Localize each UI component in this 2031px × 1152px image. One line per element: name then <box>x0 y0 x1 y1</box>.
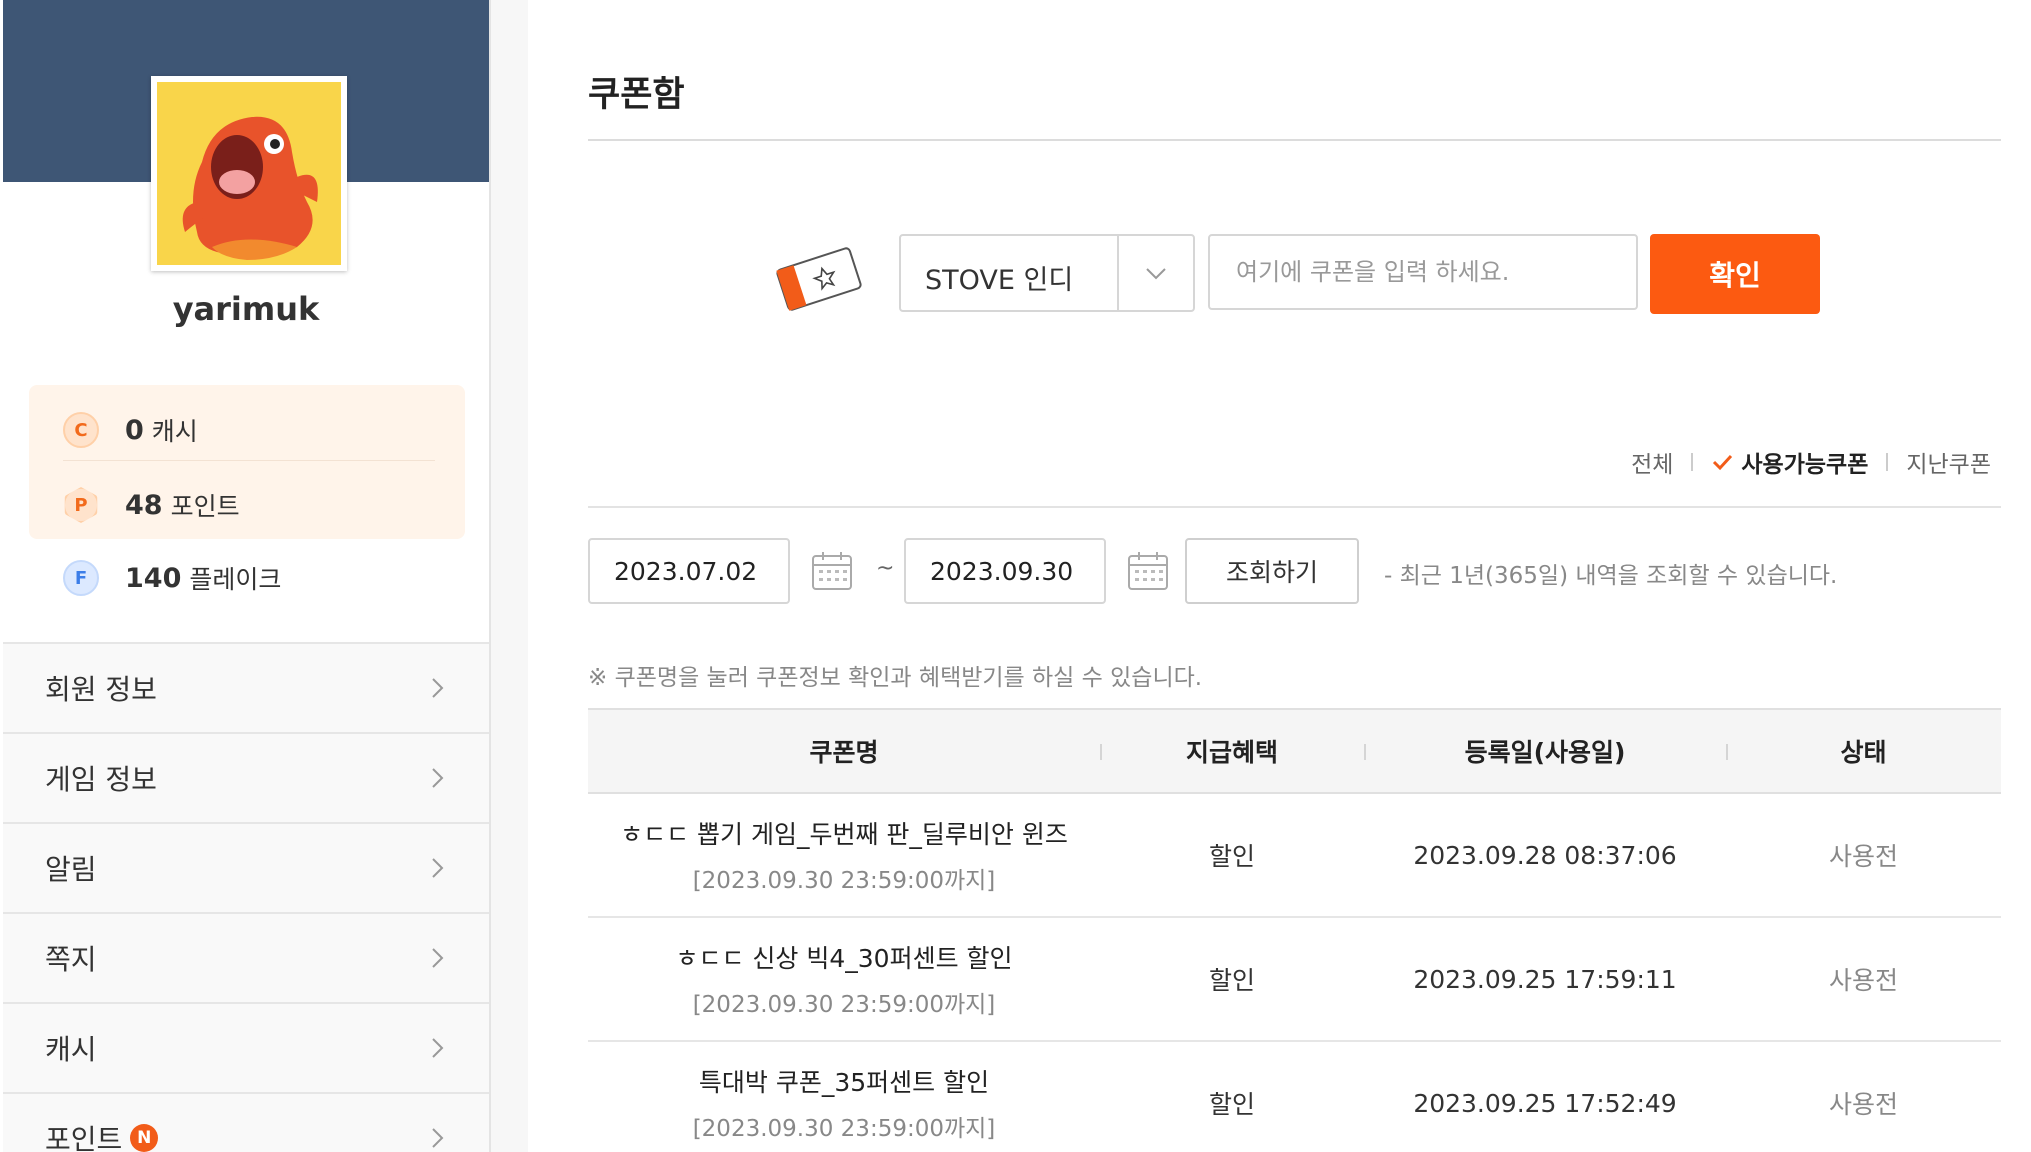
benefit-cell: 할인 <box>1208 842 1255 871</box>
header-divider <box>1364 744 1366 760</box>
sidebar: yarimuk C 0 캐시 P 48 포인트 F 140 플레이크 회원 정보… <box>3 0 491 1152</box>
select-divider <box>1117 236 1119 310</box>
cash-unit: 캐시 <box>151 417 198 446</box>
flake-row[interactable]: F 140 플레이크 <box>63 548 281 608</box>
date-range-row: 2023.07.02 ~ 2023.09.30 조회하기 - 최근 1년(365… <box>588 538 2028 604</box>
chevron-right-icon <box>432 1128 444 1148</box>
coupon-code-input[interactable] <box>1208 234 1638 310</box>
filter-all[interactable]: 전체 <box>1631 445 1673 479</box>
status-cell: 사용전 <box>1828 842 1898 871</box>
username: yarimuk <box>172 290 320 328</box>
sidebar-item-label: 포인트 <box>45 1123 123 1152</box>
coupon-name-cell[interactable]: ㅎㄷㄷ 뽑기 게임_두번째 판_딜루비안 윈즈 [2023.09.30 23:5… <box>588 815 1100 895</box>
coupon-expiry: [2023.09.30 23:59:00까지] <box>692 1116 996 1142</box>
date-cell: 2023.09.28 08:37:06 <box>1413 840 1677 870</box>
filter-available-label: 사용가능쿠폰 <box>1741 452 1869 478</box>
point-amount: 48 <box>125 489 163 521</box>
coupon-table: 쿠폰명 지급혜택 등록일(사용일) 상태 ㅎㄷㄷ 뽑기 게임_두번째 판_딜루비… <box>588 708 2001 1152</box>
column-header-date: 등록일(사용일) <box>1464 738 1626 767</box>
chevron-right-icon <box>432 678 444 698</box>
point-icon: P <box>64 487 98 523</box>
confirm-button[interactable]: 확인 <box>1650 234 1820 314</box>
wallet-divider <box>63 460 435 461</box>
avatar[interactable] <box>151 76 347 271</box>
chevron-down-icon <box>1146 268 1166 280</box>
coupon-notice: ※ 쿠폰명을 눌러 쿠폰정보 확인과 혜택받기를 하실 수 있습니다. <box>588 665 1203 691</box>
filter-separator <box>1886 453 1889 471</box>
check-icon <box>1713 454 1733 471</box>
column-header-coupon-name: 쿠폰명 <box>809 738 879 767</box>
flake-icon: F <box>63 560 99 596</box>
sidebar-item-label: 회원 정보 <box>45 673 157 706</box>
sidebar-menu: 회원 정보 게임 정보 알림 쪽지 캐시 포인트 N <box>3 642 489 1152</box>
column-header-benefit: 지급혜택 <box>1185 738 1278 767</box>
benefit-cell: 할인 <box>1208 966 1255 995</box>
coupon-name-cell[interactable]: ㅎㄷㄷ 신상 빅4_30퍼센트 할인 [2023.09.30 23:59:00까… <box>588 939 1100 1019</box>
new-badge: N <box>130 1124 159 1152</box>
coupon-name[interactable]: ㅎㄷㄷ 신상 빅4_30퍼센트 할인 <box>588 939 1100 975</box>
platform-select[interactable]: STOVE 인디 <box>899 234 1195 312</box>
sidebar-item-label: 캐시 <box>45 1033 97 1066</box>
cash-row[interactable]: C 0 캐시 <box>63 400 198 460</box>
chevron-right-icon <box>432 1038 444 1058</box>
date-cell: 2023.09.25 17:52:49 <box>1413 1088 1677 1118</box>
coupon-name[interactable]: ㅎㄷㄷ 뽑기 게임_두번째 판_딜루비안 윈즈 <box>588 815 1100 851</box>
page-title: 쿠폰함 <box>588 75 685 115</box>
layout-gutter <box>491 0 528 1152</box>
date-range-tilde: ~ <box>876 556 895 581</box>
date-range-note: - 최근 1년(365일) 내역을 조회할 수 있습니다. <box>1384 563 1838 589</box>
search-button[interactable]: 조회하기 <box>1185 538 1359 604</box>
point-row[interactable]: P 48 포인트 <box>63 475 240 535</box>
sidebar-item-game-info[interactable]: 게임 정보 <box>3 732 489 822</box>
coupon-name-cell[interactable]: 특대박 쿠폰_35퍼센트 할인 [2023.09.30 23:59:00까지] <box>588 1063 1100 1143</box>
sidebar-item-messages[interactable]: 쪽지 <box>3 912 489 1002</box>
avatar-image <box>157 82 341 265</box>
coupon-ticket-icon <box>776 247 862 311</box>
filter-divider <box>588 506 2001 508</box>
status-cell: 사용전 <box>1828 1090 1898 1119</box>
sidebar-item-points[interactable]: 포인트 N <box>3 1092 489 1152</box>
end-date-field[interactable]: 2023.09.30 <box>904 538 1106 604</box>
calendar-icon[interactable] <box>1126 550 1170 592</box>
sidebar-item-notifications[interactable]: 알림 <box>3 822 489 912</box>
coupon-expiry: [2023.09.30 23:59:00까지] <box>692 992 996 1018</box>
sidebar-item-label: 쪽지 <box>45 943 97 976</box>
chevron-right-icon <box>432 948 444 968</box>
filter-separator <box>1691 453 1694 471</box>
main-content: 쿠폰함 STOVE 인디 확인 전체 사용가능쿠폰 지난쿠폰 2023.07 <box>528 0 2031 1152</box>
coupon-name[interactable]: 특대박 쿠폰_35퍼센트 할인 <box>588 1063 1100 1099</box>
sidebar-item-cash[interactable]: 캐시 <box>3 1002 489 1092</box>
benefit-cell: 할인 <box>1208 1090 1255 1119</box>
chevron-right-icon <box>432 858 444 878</box>
sidebar-item-member-info[interactable]: 회원 정보 <box>3 642 489 732</box>
platform-select-value: STOVE 인디 <box>925 265 1074 296</box>
column-header-status: 상태 <box>1840 738 1887 767</box>
cash-amount: 0 <box>125 414 144 446</box>
title-divider <box>588 139 2001 141</box>
calendar-icon[interactable] <box>810 550 854 592</box>
coupon-expiry: [2023.09.30 23:59:00까지] <box>692 868 996 894</box>
table-row: ㅎㄷㄷ 신상 빅4_30퍼센트 할인 [2023.09.30 23:59:00까… <box>588 918 2001 1042</box>
flake-amount: 140 <box>125 562 182 594</box>
table-header: 쿠폰명 지급혜택 등록일(사용일) 상태 <box>588 708 2001 794</box>
cash-icon: C <box>63 412 99 448</box>
start-date-field[interactable]: 2023.07.02 <box>588 538 790 604</box>
filter-expired[interactable]: 지난쿠폰 <box>1906 445 1991 479</box>
table-row: 특대박 쿠폰_35퍼센트 할인 [2023.09.30 23:59:00까지] … <box>588 1042 2001 1152</box>
table-row: ㅎㄷㄷ 뽑기 게임_두번째 판_딜루비안 윈즈 [2023.09.30 23:5… <box>588 794 2001 918</box>
point-unit: 포인트 <box>170 492 240 521</box>
header-divider <box>1100 744 1102 760</box>
sidebar-item-label: 게임 정보 <box>45 763 157 796</box>
header-divider <box>1726 744 1728 760</box>
sidebar-item-label: 알림 <box>45 853 97 886</box>
wallet-box: C 0 캐시 P 48 포인트 <box>29 385 465 539</box>
coupon-register-form: STOVE 인디 확인 <box>528 230 2031 320</box>
flake-unit: 플레이크 <box>189 565 282 594</box>
coupon-filter-tabs: 전체 사용가능쿠폰 지난쿠폰 <box>1631 445 1991 479</box>
filter-available[interactable]: 사용가능쿠폰 <box>1711 445 1868 479</box>
chevron-right-icon <box>432 768 444 788</box>
date-cell: 2023.09.25 17:59:11 <box>1413 964 1677 994</box>
status-cell: 사용전 <box>1828 966 1898 995</box>
